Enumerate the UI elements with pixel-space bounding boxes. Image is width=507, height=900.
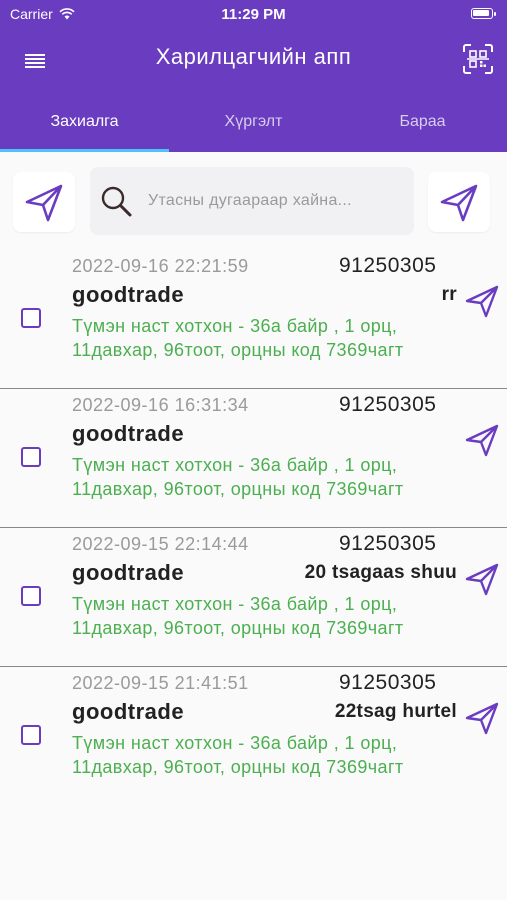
order-address: Түмэн наст хотхон - 36а байр , 1 орц, 11… [72, 733, 404, 777]
status-time: 11:29 PM [221, 6, 286, 23]
order-checkbox[interactable] [21, 447, 41, 467]
order-row[interactable]: 2022-09-16 22:21:59 91250305 goodtrade r… [0, 250, 507, 389]
search-input[interactable]: Утасны дугаараар хайна... [90, 167, 414, 235]
app-header: Carrier 11:29 PM Харилцагчийн апп Захиал… [0, 0, 507, 152]
order-row[interactable]: 2022-09-15 22:14:44 91250305 goodtrade 2… [0, 528, 507, 667]
qr-scan-icon[interactable] [461, 42, 495, 76]
order-company: goodtrade [72, 560, 185, 585]
tab-indicator [0, 149, 169, 152]
order-address: Түмэн наст хотхон - 36а байр , 1 орц, 11… [72, 316, 404, 360]
order-company: goodtrade [72, 699, 185, 724]
order-phone: 91250305 [339, 393, 437, 416]
tab-orders[interactable]: Захиалга [0, 100, 169, 152]
tab-deliveries[interactable]: Хүргэлт [169, 100, 338, 152]
order-checkbox[interactable] [21, 725, 41, 745]
order-company: goodtrade [72, 421, 185, 446]
tab-bar: Захиалга Хүргэлт Бараа [0, 100, 507, 152]
order-address: Түмэн наст хотхон - 36а байр , 1 орц, 11… [72, 455, 404, 499]
order-company: goodtrade [72, 282, 185, 307]
order-row[interactable]: 2022-09-15 21:41:51 91250305 goodtrade 2… [0, 667, 507, 802]
search-placeholder: Утасны дугаараар хайна... [148, 192, 352, 209]
order-date: 2022-09-16 16:31:34 [72, 395, 249, 415]
order-checkbox[interactable] [21, 586, 41, 606]
send-icon[interactable] [463, 699, 501, 737]
order-note: 22tsag hurtel [334, 701, 457, 722]
order-note: 20 tsagaas shuu [304, 562, 457, 583]
send-left-button[interactable] [13, 172, 75, 232]
order-date: 2022-09-15 21:41:51 [72, 673, 249, 693]
send-icon[interactable] [463, 560, 501, 598]
order-date: 2022-09-15 22:14:44 [72, 534, 249, 554]
order-phone: 91250305 [339, 532, 437, 555]
order-phone: 91250305 [339, 671, 437, 694]
send-icon[interactable] [463, 421, 501, 459]
status-bar: Carrier 11:29 PM [0, 0, 507, 30]
send-icon [440, 184, 478, 222]
send-icon[interactable] [463, 282, 501, 320]
order-list: 2022-09-16 22:21:59 91250305 goodtrade r… [0, 250, 507, 802]
order-checkbox[interactable] [21, 308, 41, 328]
battery-icon [471, 8, 496, 19]
order-phone: 91250305 [339, 254, 437, 277]
order-date: 2022-09-16 22:21:59 [72, 256, 249, 276]
send-right-button[interactable] [428, 172, 490, 232]
order-address: Түмэн наст хотхон - 36а байр , 1 орц, 11… [72, 594, 404, 638]
search-icon [101, 186, 132, 217]
order-note: rr [441, 284, 457, 305]
page-title: Харилцагчийн апп [155, 44, 352, 69]
send-icon [25, 184, 63, 222]
order-row[interactable]: 2022-09-16 16:31:34 91250305 goodtrade Т… [0, 389, 507, 528]
tab-products[interactable]: Бараа [338, 100, 507, 152]
